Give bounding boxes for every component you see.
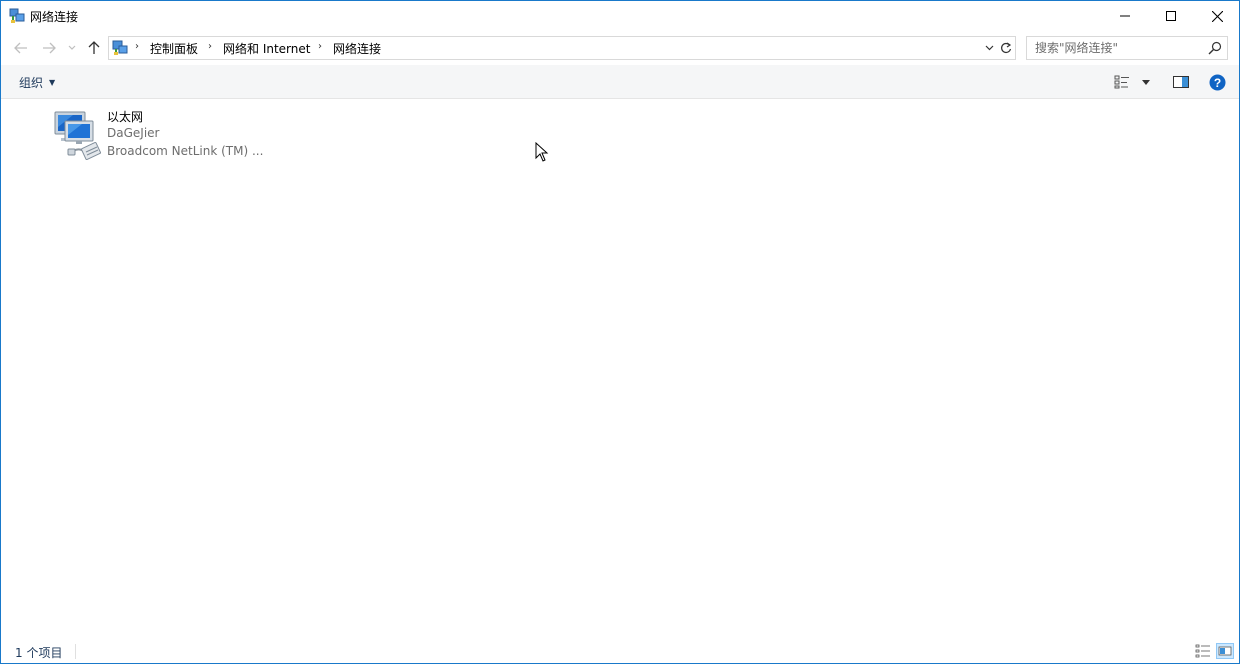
address-bar[interactable]: › 控制面板 › 网络和 Internet › 网络连接 (108, 36, 998, 60)
search-icon[interactable] (1207, 40, 1223, 56)
back-button[interactable] (11, 39, 31, 57)
breadcrumb-network-connections[interactable]: 网络连接 (333, 40, 381, 57)
help-button[interactable]: ? (1207, 72, 1227, 92)
breadcrumb-separator-icon[interactable]: › (208, 41, 212, 52)
explorer-window: 网络连接 › 控制面板 › 网络和 Internet › 网络连接 搜索"网络连… (0, 0, 1240, 664)
forward-button[interactable] (39, 39, 59, 57)
caret-down-icon: ▼ (49, 77, 56, 87)
refresh-icon (1000, 42, 1011, 53)
close-icon (1211, 10, 1223, 22)
organize-button[interactable]: 组织 ▼ (13, 71, 61, 93)
title-bar: 网络连接 (1, 1, 1239, 31)
network-connections-icon (112, 40, 128, 55)
file-list: 以太网 DaGeJier Broadcom NetLink (TM) ... (1, 99, 1239, 637)
close-button[interactable] (1194, 1, 1240, 31)
chevron-down-icon (985, 45, 993, 51)
ethernet-adapter-icon (54, 111, 101, 160)
recent-locations-button[interactable] (65, 39, 79, 57)
back-arrow-icon (14, 42, 27, 54)
minimize-button[interactable] (1102, 1, 1148, 31)
search-box[interactable] (1026, 36, 1228, 60)
item-network-name: DaGeJier (107, 126, 160, 140)
network-connections-icon (9, 8, 25, 23)
breadcrumb-separator-icon[interactable]: › (135, 41, 139, 52)
window-title: 网络连接 (30, 10, 79, 24)
search-input[interactable] (1027, 37, 1213, 59)
address-dropdown-button[interactable] (982, 38, 996, 58)
status-bar: 1 个项目 (1, 639, 1239, 663)
change-view-button[interactable] (1114, 72, 1156, 92)
tiles-view-button[interactable] (1216, 643, 1234, 659)
minimize-icon (1120, 15, 1130, 17)
status-divider (75, 644, 76, 659)
list-item-ethernet[interactable]: 以太网 DaGeJier Broadcom NetLink (TM) ... (51, 107, 301, 163)
refresh-button[interactable] (996, 36, 1016, 60)
up-arrow-icon (88, 41, 100, 54)
breadcrumb-separator-icon[interactable]: › (318, 41, 322, 52)
tiles-view-icon (1218, 646, 1232, 656)
maximize-button[interactable] (1148, 1, 1194, 31)
details-view-icon[interactable] (1194, 643, 1212, 659)
maximize-icon (1166, 11, 1176, 21)
command-bar: 组织 ▼ ? (1, 65, 1239, 99)
help-icon: ? (1209, 74, 1225, 90)
mouse-cursor-icon (535, 142, 549, 162)
item-name: 以太网 (107, 110, 144, 124)
navigation-bar: › 控制面板 › 网络和 Internet › 网络连接 (1, 31, 1239, 65)
breadcrumb-control-panel[interactable]: 控制面板 (150, 40, 198, 57)
view-options-icon (1114, 75, 1129, 89)
chevron-down-icon (68, 45, 76, 50)
forward-arrow-icon (43, 42, 56, 54)
svg-text:?: ? (1213, 75, 1220, 89)
organize-label: 组织 (19, 75, 44, 90)
breadcrumb-network-internet[interactable]: 网络和 Internet (223, 40, 310, 57)
chevron-down-icon[interactable] (1142, 79, 1150, 85)
preview-pane-button[interactable] (1170, 72, 1192, 92)
item-adapter-description: Broadcom NetLink (TM) ... (107, 144, 264, 158)
item-count: 1 个项目 (15, 646, 63, 660)
up-button[interactable] (84, 39, 104, 57)
preview-pane-icon (1173, 76, 1189, 88)
